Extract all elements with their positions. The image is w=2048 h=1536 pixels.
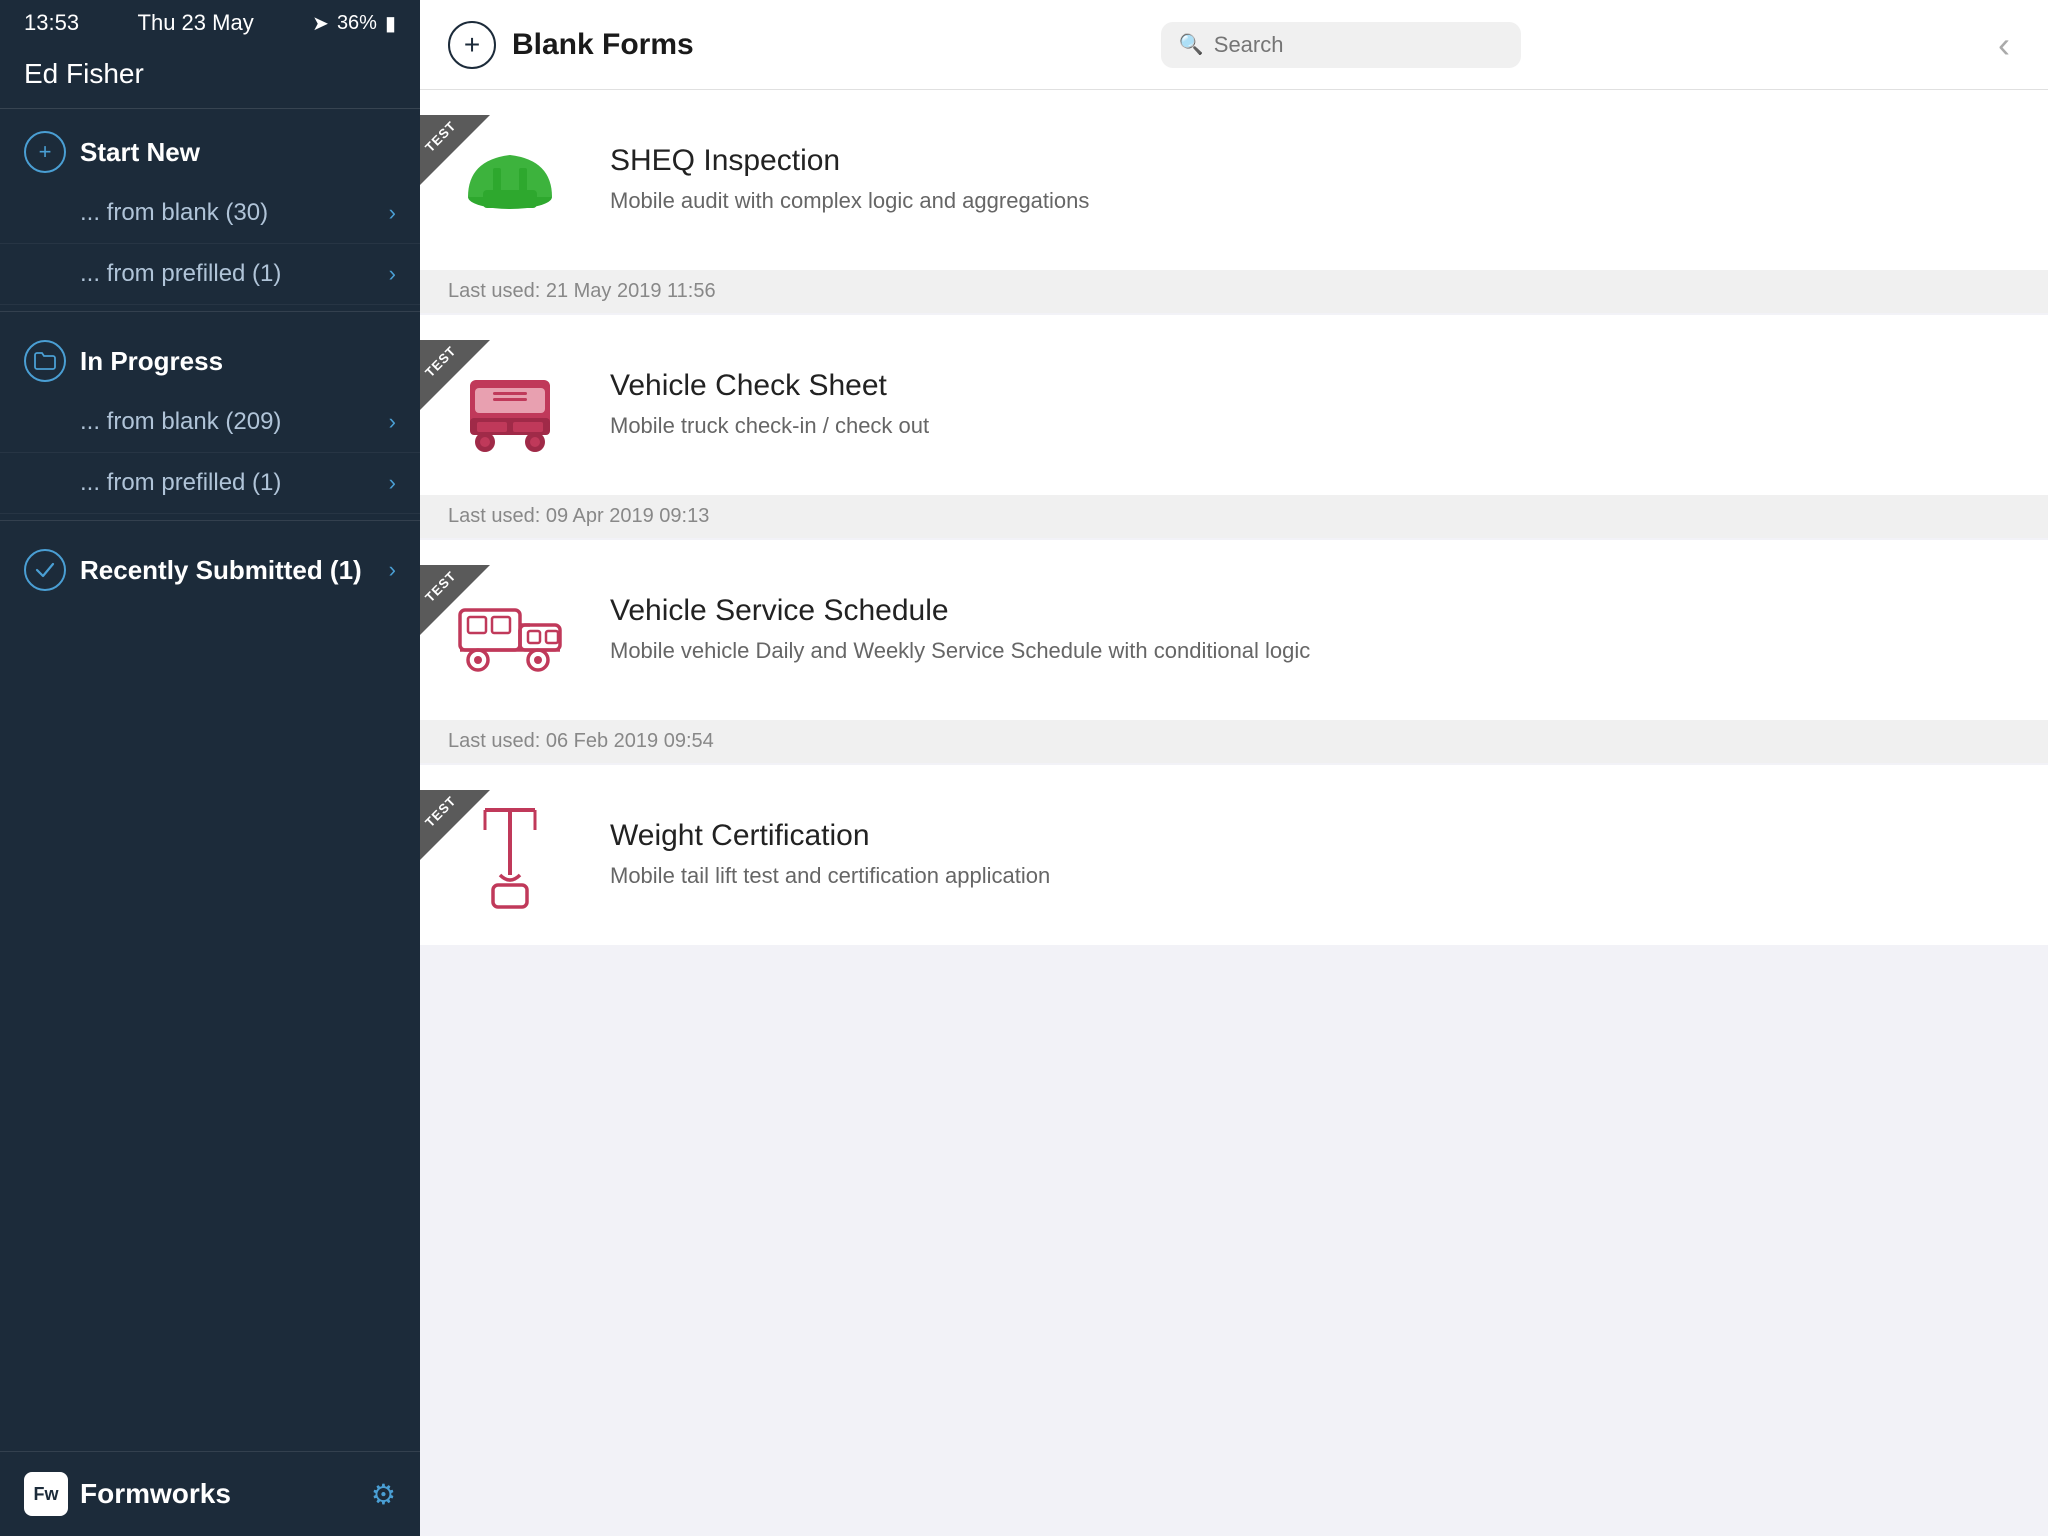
form-content-vehicle-check: Vehicle Check Sheet Mobile truck check-i… <box>600 369 2020 442</box>
sidebar: 13:53 Thu 23 May ➤ 36% ▮ Ed Fisher + Sta… <box>0 0 420 1536</box>
in-progress-icon <box>24 340 66 382</box>
start-new-section: + Start New ... from blank (30) › ... fr… <box>0 109 420 305</box>
form-subtitle-vehicle-check: Mobile truck check-in / check out <box>610 411 2020 442</box>
section-divider-2 <box>0 520 420 521</box>
status-date: Thu 23 May <box>138 10 254 36</box>
from-prefilled-start-arrow: › <box>389 261 396 287</box>
from-prefilled-progress-arrow: › <box>389 470 396 496</box>
form-title-vehicle-service: Vehicle Service Schedule <box>610 594 2020 628</box>
form-separator-vehicle-check: Last used: 09 Apr 2019 09:13 <box>420 495 2048 538</box>
form-item-sheq[interactable]: TEST SHEQ Inspection Mobile audit with c… <box>420 90 2048 313</box>
status-time: 13:53 <box>24 10 79 36</box>
start-new-icon: + <box>24 131 66 173</box>
brand-logo: Fw Formworks <box>24 1472 231 1516</box>
main-title: Blank Forms <box>512 28 694 62</box>
status-bar: 13:53 Thu 23 May ➤ 36% ▮ <box>0 0 420 44</box>
battery-percent: 36% <box>337 12 377 35</box>
forms-list: TEST SHEQ Inspection Mobile audit with c… <box>420 90 2048 1536</box>
recently-submitted-arrow: › <box>389 557 396 583</box>
form-separator-sheq: Last used: 21 May 2019 11:56 <box>420 270 2048 313</box>
in-progress-title: In Progress <box>80 346 223 377</box>
search-icon: 🔍 <box>1179 32 1204 57</box>
main-header: + Blank Forms 🔍 ‹ <box>420 0 2048 90</box>
main-content: + Blank Forms 🔍 ‹ TEST <box>420 0 2048 1536</box>
battery-icon: ▮ <box>385 11 396 36</box>
in-progress-header[interactable]: In Progress <box>0 318 420 392</box>
form-content-weight-cert: Weight Certification Mobile tail lift te… <box>600 819 2020 892</box>
header-left: + Blank Forms <box>448 21 694 69</box>
form-subtitle-sheq: Mobile audit with complex logic and aggr… <box>610 186 2020 217</box>
recently-submitted-left: Recently Submitted (1) <box>24 549 362 591</box>
search-input[interactable] <box>1214 32 1503 58</box>
form-title-sheq: SHEQ Inspection <box>610 144 2020 178</box>
form-title-vehicle-check: Vehicle Check Sheet <box>610 369 2020 403</box>
form-item-vehicle-check-main: TEST <box>420 315 2048 495</box>
from-blank-start-label: ... from blank (30) <box>80 199 268 227</box>
brand-icon: Fw <box>24 1472 68 1516</box>
form-icon-area-weight-cert: TEST <box>420 800 600 910</box>
form-subtitle-vehicle-service: Mobile vehicle Daily and Weekly Service … <box>610 636 2020 667</box>
recently-submitted[interactable]: Recently Submitted (1) › <box>0 527 420 613</box>
search-bar[interactable]: 🔍 <box>1161 22 1521 68</box>
header-right: ‹ <box>1988 24 2020 66</box>
location-icon: ➤ <box>312 11 329 36</box>
form-item-weight-cert-main: TEST Weight Certification Mobile tail li… <box>420 765 2048 945</box>
from-blank-start-arrow: › <box>389 200 396 226</box>
form-item-vehicle-service-main: TEST <box>420 540 2048 720</box>
start-new-title: Start New <box>80 137 200 168</box>
from-prefilled-start-label: ... from prefilled (1) <box>80 260 281 288</box>
form-subtitle-weight-cert: Mobile tail lift test and certification … <box>610 861 2020 892</box>
form-separator-vehicle-service: Last used: 06 Feb 2019 09:54 <box>420 720 2048 763</box>
form-icon-area-vehicle-check: TEST <box>420 350 600 460</box>
vehicle-service-icon <box>450 575 570 685</box>
back-button[interactable]: ‹ <box>1988 24 2020 66</box>
from-blank-progress-arrow: › <box>389 409 396 435</box>
start-new-header[interactable]: + Start New <box>0 109 420 183</box>
from-prefilled-progress-label: ... from prefilled (1) <box>80 469 281 497</box>
from-blank-start[interactable]: ... from blank (30) › <box>0 183 420 244</box>
form-icon-area-vehicle-service: TEST <box>420 575 600 685</box>
status-right: ➤ 36% ▮ <box>312 11 396 36</box>
recently-submitted-title: Recently Submitted (1) <box>80 555 362 586</box>
from-prefilled-progress[interactable]: ... from prefilled (1) › <box>0 453 420 514</box>
sidebar-footer: Fw Formworks ⚙ <box>0 1451 420 1536</box>
user-name: Ed Fisher <box>0 44 420 108</box>
add-button[interactable]: + <box>448 21 496 69</box>
weight-cert-icon <box>455 800 565 910</box>
form-icon-area-sheq: TEST <box>420 125 600 235</box>
form-item-vehicle-check[interactable]: TEST <box>420 315 2048 538</box>
form-item-vehicle-service[interactable]: TEST <box>420 540 2048 763</box>
form-content-sheq: SHEQ Inspection Mobile audit with comple… <box>600 144 2020 217</box>
form-item-weight-cert[interactable]: TEST Weight Certification Mobile tail li… <box>420 765 2048 945</box>
form-item-sheq-main: TEST SHEQ Inspection Mobile audit with c… <box>420 90 2048 270</box>
check-circle-icon <box>24 549 66 591</box>
brand-name: Formworks <box>80 1478 231 1510</box>
form-content-vehicle-service: Vehicle Service Schedule Mobile vehicle … <box>600 594 2020 667</box>
add-icon: + <box>464 29 480 61</box>
gear-button[interactable]: ⚙ <box>371 1478 396 1511</box>
form-title-weight-cert: Weight Certification <box>610 819 2020 853</box>
in-progress-section: In Progress ... from blank (209) › ... f… <box>0 318 420 514</box>
from-blank-progress-label: ... from blank (209) <box>80 408 281 436</box>
section-divider-1 <box>0 311 420 312</box>
vehicle-check-icon <box>455 350 565 460</box>
sheq-icon <box>455 125 565 235</box>
from-prefilled-start[interactable]: ... from prefilled (1) › <box>0 244 420 305</box>
from-blank-progress[interactable]: ... from blank (209) › <box>0 392 420 453</box>
